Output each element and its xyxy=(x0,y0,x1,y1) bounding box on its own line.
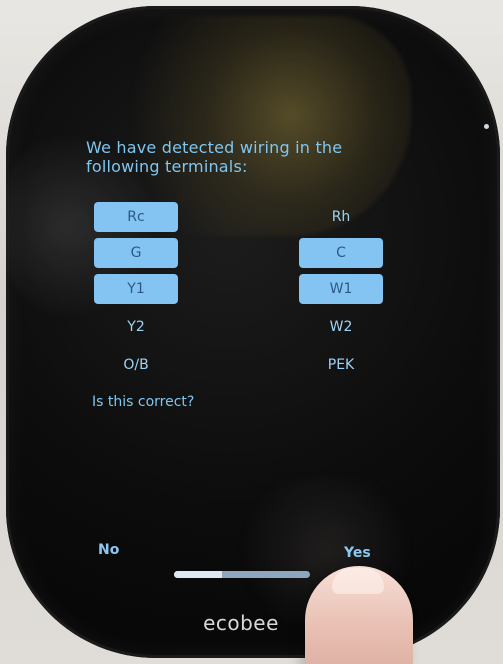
terminal-y2: Y2 xyxy=(127,319,145,335)
fingernail-shape xyxy=(332,568,384,594)
terminal-w1: W1 xyxy=(299,274,383,304)
terminal-y1: Y1 xyxy=(94,274,178,304)
thermostat-device: We have detected wiring in the following… xyxy=(6,6,500,658)
progress-fill xyxy=(174,571,222,578)
brand-logo: ecobee xyxy=(203,611,279,635)
terminal-rc: Rc xyxy=(94,202,178,232)
terminal-c: C xyxy=(299,238,383,268)
status-led-icon xyxy=(484,124,489,129)
terminal-rh: Rh xyxy=(331,209,351,225)
terminal-pek: PEK xyxy=(327,357,355,373)
terminal-w2: W2 xyxy=(329,319,353,335)
terminal-g: G xyxy=(94,238,178,268)
yes-button[interactable]: Yes xyxy=(344,545,371,561)
page-title: We have detected wiring in the following… xyxy=(86,138,343,176)
photo-background: We have detected wiring in the following… xyxy=(0,0,503,664)
no-button[interactable]: No xyxy=(98,542,119,558)
terminal-ob: O/B xyxy=(123,357,149,373)
confirmation-question: Is this correct? xyxy=(92,394,195,410)
progress-bar xyxy=(174,571,310,578)
